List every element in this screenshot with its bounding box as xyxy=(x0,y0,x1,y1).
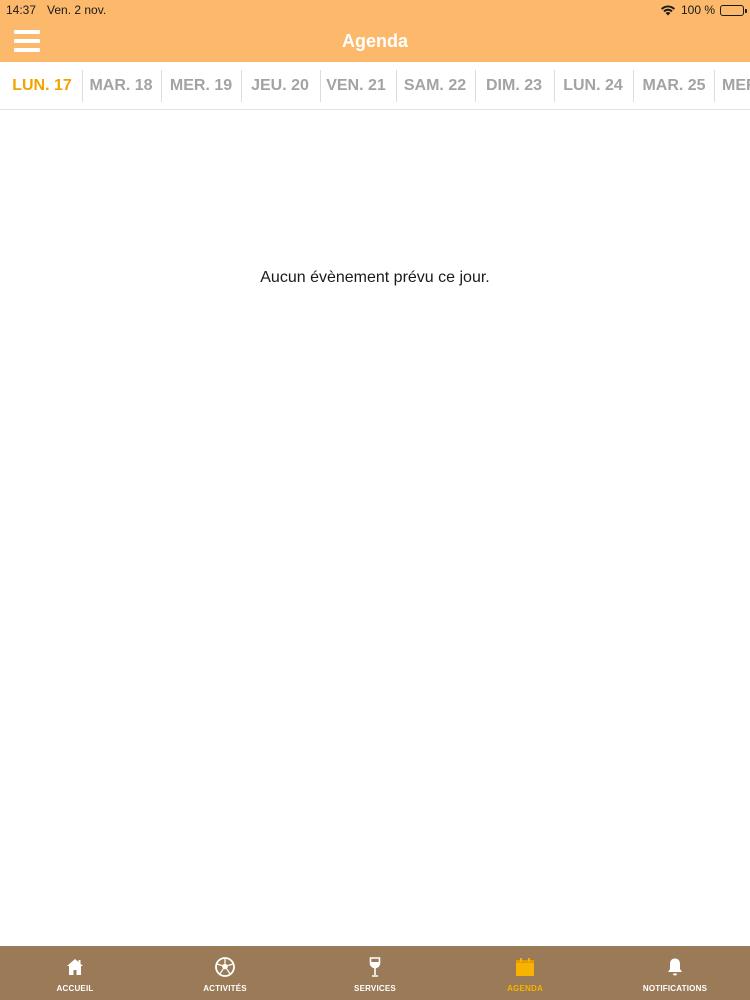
bottom-tab-bar: ACCUEIL ACTIVITÉS SERVICES AGENDA NOTIFI… xyxy=(0,946,750,1000)
battery-percentage: 100 % xyxy=(680,3,715,17)
tab-label: SERVICES xyxy=(354,984,396,993)
wine-glass-icon xyxy=(369,957,381,977)
tab-accueil[interactable]: ACCUEIL xyxy=(0,946,150,1000)
tab-services[interactable]: SERVICES xyxy=(300,946,450,1000)
day-tab[interactable]: MAR. 25 xyxy=(634,70,715,102)
tab-notifications[interactable]: NOTIFICATIONS xyxy=(600,946,750,1000)
day-tab[interactable]: LUN. 17 xyxy=(2,70,83,102)
tab-label: AGENDA xyxy=(507,984,543,993)
day-selector[interactable]: LUN. 17 MAR. 18 MER. 19 JEU. 20 VEN. 21 … xyxy=(0,62,750,110)
bell-icon xyxy=(668,958,682,976)
soccer-ball-icon xyxy=(215,957,235,977)
wifi-icon xyxy=(660,5,675,16)
tab-activites[interactable]: ACTIVITÉS xyxy=(150,946,300,1000)
battery-icon xyxy=(720,4,747,16)
day-tab[interactable]: DIM. 23 xyxy=(474,70,555,102)
status-time: 14:37 xyxy=(6,3,37,17)
day-tab[interactable]: SAM. 22 xyxy=(395,70,476,102)
day-tab[interactable]: MER xyxy=(714,70,750,102)
nav-bar: Agenda xyxy=(0,20,750,62)
calendar-icon xyxy=(516,958,534,976)
day-tab[interactable]: MAR. 18 xyxy=(81,70,162,102)
tab-agenda[interactable]: AGENDA xyxy=(450,946,600,1000)
status-date: Ven. 2 nov. xyxy=(47,3,107,17)
tab-label: ACCUEIL xyxy=(56,984,94,993)
tab-label: NOTIFICATIONS xyxy=(642,984,708,993)
tab-label: ACTIVITÉS xyxy=(203,984,247,993)
day-tab[interactable]: VEN. 21 xyxy=(316,70,397,102)
agenda-content: Aucun évènement prévu ce jour. xyxy=(0,111,750,946)
day-tab[interactable]: JEU. 20 xyxy=(240,70,321,102)
home-icon xyxy=(67,959,83,975)
day-tab[interactable]: MER. 19 xyxy=(161,70,242,102)
app-header: 14:37 Ven. 2 nov. 100 % Agenda xyxy=(0,0,750,62)
status-indicators: 100 % xyxy=(660,3,747,17)
page-title: Agenda xyxy=(341,31,408,51)
status-bar: 14:37 Ven. 2 nov. 100 % xyxy=(0,0,750,20)
day-tab[interactable]: LUN. 24 xyxy=(553,70,634,102)
empty-state-message: Aucun évènement prévu ce jour. xyxy=(260,269,490,286)
